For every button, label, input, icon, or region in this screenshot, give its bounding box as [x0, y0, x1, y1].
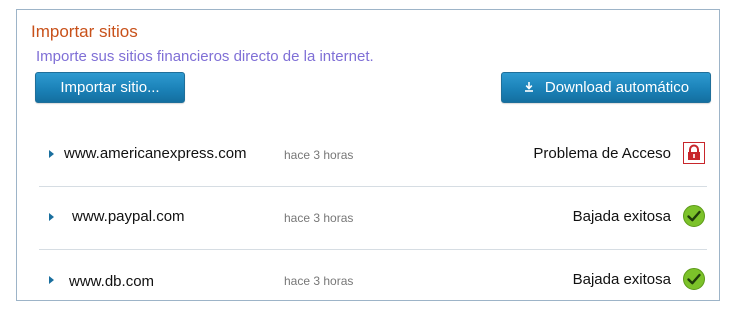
last-update-time: hace 3 horas [284, 274, 354, 288]
download-icon [524, 82, 533, 92]
check-icon [683, 205, 705, 227]
lock-icon [683, 142, 705, 164]
expand-caret-icon[interactable] [49, 276, 54, 284]
site-row[interactable]: www.americanexpress.com hace 3 horas Pro… [39, 124, 707, 187]
status-text: Bajada exitosa [572, 208, 671, 225]
expand-caret-icon[interactable] [49, 150, 54, 158]
check-icon [683, 268, 705, 290]
expand-caret-icon[interactable] [49, 213, 54, 221]
site-url: www.paypal.com [72, 208, 185, 225]
import-sites-panel: Importar sitios Importe sus sitios finan… [16, 9, 720, 301]
site-row[interactable]: www.paypal.com hace 3 horas Bajada exito… [39, 187, 707, 250]
site-url: www.americanexpress.com [64, 145, 247, 162]
auto-download-button[interactable]: Download automático [501, 72, 711, 103]
site-row[interactable]: www.db.com hace 3 horas Bajada exitosa [39, 250, 707, 312]
site-url: www.db.com [69, 273, 155, 290]
last-update-time: hace 3 horas [284, 148, 354, 162]
last-update-time: hace 3 horas [284, 211, 354, 225]
status-text: Bajada exitosa [572, 271, 671, 288]
import-site-button[interactable]: Importar sitio... [35, 72, 185, 103]
auto-download-label: Download automático [544, 79, 690, 96]
status-text: Problema de Acceso [533, 145, 671, 162]
panel-subtitle: Importe sus sitios financieros directo d… [36, 48, 374, 65]
panel-title: Importar sitios [31, 22, 138, 41]
